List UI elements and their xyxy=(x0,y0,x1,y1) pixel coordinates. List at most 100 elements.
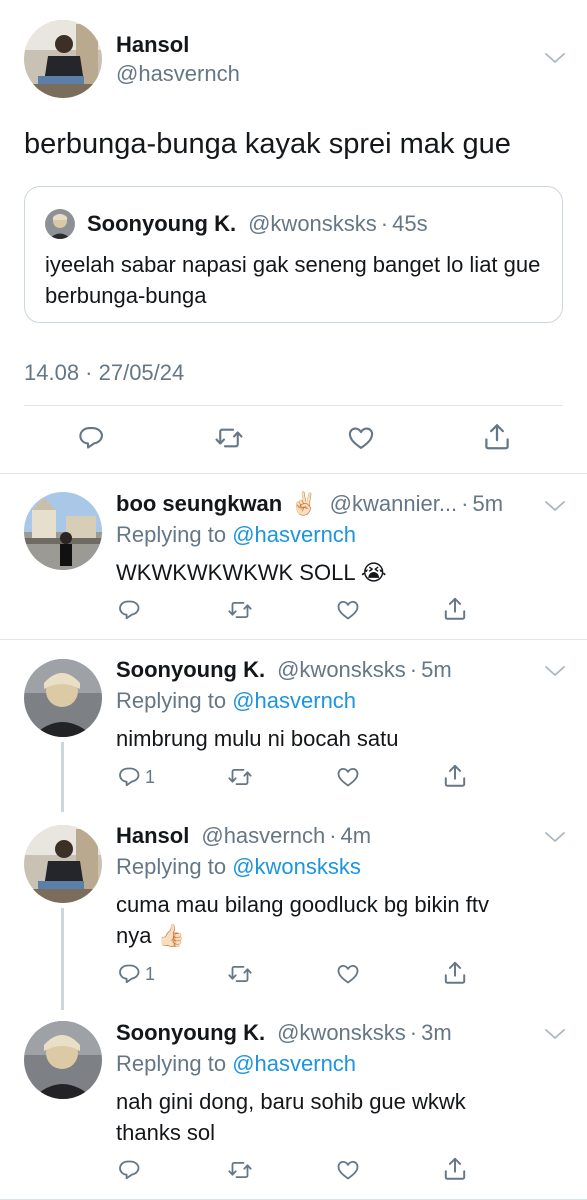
avatar-seungkwan[interactable] xyxy=(24,492,102,570)
divider xyxy=(0,473,587,474)
reply-button[interactable] xyxy=(118,1158,142,1182)
reply-header: Soonyoung K. @kwonsksks · 3m xyxy=(116,1020,452,1046)
avatar-soonyoung[interactable] xyxy=(24,659,102,737)
like-button[interactable] xyxy=(335,962,361,986)
reply-author-handle[interactable]: @kwannier... xyxy=(330,491,458,517)
reply-author-name[interactable]: Soonyoung K. xyxy=(116,657,265,683)
share-icon xyxy=(444,764,466,787)
replying-to-handle[interactable]: @hasvernch xyxy=(232,522,356,547)
chevron-down-icon[interactable] xyxy=(544,831,566,845)
reply-button[interactable]: 1 xyxy=(118,765,155,789)
share-icon xyxy=(444,961,466,984)
reply-icon xyxy=(119,1160,140,1180)
quoted-tweet[interactable]: Soonyoung K. @kwonsksks · 45s iyeelah sa… xyxy=(24,186,563,323)
chevron-down-icon[interactable] xyxy=(544,500,566,514)
replying-to-label: Replying to xyxy=(116,854,227,879)
reply-time[interactable]: 3m xyxy=(421,1020,452,1046)
reply-button[interactable]: 1 xyxy=(118,962,155,986)
reply-author-handle[interactable]: @kwonsksks xyxy=(277,1020,406,1046)
thumbs-up-emoji: 👍🏻 xyxy=(157,923,186,948)
replying-to-label: Replying to xyxy=(116,688,227,713)
reply-count: 1 xyxy=(145,963,156,984)
separator-dot: · xyxy=(409,657,418,682)
reply-text-line-2: thanks sol xyxy=(116,1120,216,1145)
like-button[interactable] xyxy=(346,424,376,452)
reply-count: 1 xyxy=(145,766,156,787)
like-button[interactable] xyxy=(335,765,361,789)
replying-to: Replying to @kwonsksks xyxy=(116,854,361,880)
reply-text: WKWKWKWKWK SOLL 😭 xyxy=(116,557,387,588)
retweet-icon xyxy=(228,966,252,982)
reply-text: nimbrung mulu ni bocah satu xyxy=(116,726,399,751)
share-button[interactable] xyxy=(442,1156,468,1182)
reply-author-name[interactable]: boo seungkwan xyxy=(116,491,282,517)
replying-to-label: Replying to xyxy=(116,1051,227,1076)
share-button[interactable] xyxy=(482,422,512,452)
avatar-hansol[interactable] xyxy=(24,20,102,98)
retweet-button[interactable] xyxy=(227,1158,253,1182)
share-button[interactable] xyxy=(442,763,468,789)
quoted-time: 45s xyxy=(392,211,428,236)
share-icon xyxy=(444,1157,466,1180)
retweet-button[interactable] xyxy=(227,598,253,622)
retweet-icon xyxy=(228,769,252,785)
tweet-text: berbunga-bunga kayak sprei mak gue xyxy=(24,128,511,160)
quoted-tweet-header: Soonyoung K. @kwonsksks · 45s xyxy=(45,209,428,239)
victory-hand-emoji: ✌🏻 xyxy=(290,491,318,516)
tweet-timestamp[interactable]: 14.08 · 27/05/24 xyxy=(24,360,184,386)
like-button[interactable] xyxy=(335,598,361,622)
reply-icon xyxy=(79,427,103,449)
reply-time[interactable]: 5m xyxy=(421,657,452,683)
reply-header: boo seungkwan ✌🏻 @kwannier... · 5m xyxy=(116,491,503,517)
chevron-down-icon[interactable] xyxy=(544,1028,566,1042)
quoted-author-name: Soonyoung K. xyxy=(87,211,237,236)
separator-dot: · xyxy=(329,823,337,848)
retweet-button[interactable] xyxy=(227,962,253,986)
replying-to-label: Replying to xyxy=(116,522,227,547)
like-icon xyxy=(337,768,359,787)
reply-button[interactable] xyxy=(78,424,106,452)
retweet-button[interactable] xyxy=(214,424,244,452)
quoted-tweet-text: iyeelah sabar napasi gak seneng banget l… xyxy=(45,252,541,308)
reply-header: Hansol @hasvernch · 4m xyxy=(116,823,371,849)
share-button[interactable] xyxy=(442,960,468,986)
retweet-icon xyxy=(228,602,252,618)
like-button[interactable] xyxy=(335,1158,361,1182)
chevron-down-icon[interactable] xyxy=(544,52,566,66)
retweet-icon xyxy=(215,428,243,448)
reply-header: Soonyoung K. @kwonsksks · 5m xyxy=(116,657,452,683)
reply-time[interactable]: 4m xyxy=(341,823,372,849)
like-icon xyxy=(348,427,374,449)
reply-author-handle[interactable]: @kwonsksks xyxy=(277,657,406,683)
replying-to-handle[interactable]: @kwonsksks xyxy=(232,854,361,879)
reply-text-line-1: nah gini dong, baru sohib gue wkwk xyxy=(116,1089,466,1114)
author-handle[interactable]: @hasvernch xyxy=(116,61,240,87)
reply-icon xyxy=(119,600,140,620)
avatar-hansol[interactable] xyxy=(24,825,102,903)
chevron-down-icon[interactable] xyxy=(544,665,566,679)
replying-to-handle[interactable]: @hasvernch xyxy=(232,688,356,713)
avatar-soonyoung[interactable] xyxy=(24,1021,102,1099)
reply-author-name[interactable]: Soonyoung K. xyxy=(116,1020,265,1046)
reply-author-handle[interactable]: @hasvernch xyxy=(201,823,325,849)
share-button[interactable] xyxy=(442,596,468,622)
reply-text-line-1: cuma mau bilang goodluck bg bikin ftv xyxy=(116,892,489,917)
reply-author-name[interactable]: Hansol xyxy=(116,823,189,849)
reply-text-line-2: nya 👍🏻 xyxy=(116,920,185,951)
quoted-author-handle: @kwonsksks xyxy=(248,211,377,236)
reply-button[interactable] xyxy=(118,598,142,622)
retweet-icon xyxy=(228,1162,252,1178)
separator-dot: · xyxy=(461,491,469,516)
like-icon xyxy=(337,601,359,620)
replying-to: Replying to @hasvernch xyxy=(116,1051,356,1077)
replying-to-handle[interactable]: @hasvernch xyxy=(232,1051,356,1076)
retweet-button[interactable] xyxy=(227,765,253,789)
divider xyxy=(24,405,563,406)
author-name[interactable]: Hansol xyxy=(116,32,189,58)
reply-time[interactable]: 5m xyxy=(472,491,503,517)
thread-connector xyxy=(61,742,64,812)
separator-dot: · xyxy=(409,1020,418,1045)
thread-connector xyxy=(61,908,64,1010)
separator-dot: · xyxy=(380,211,389,236)
reply-icon xyxy=(119,767,140,787)
